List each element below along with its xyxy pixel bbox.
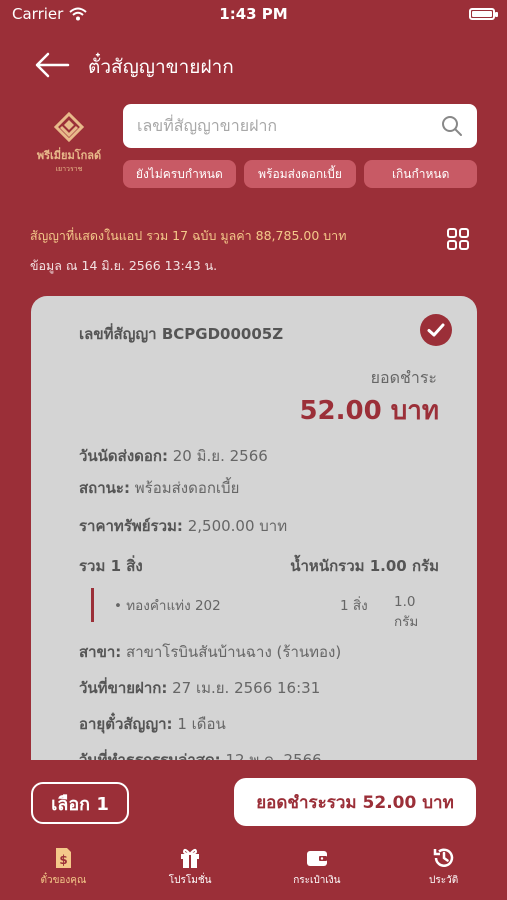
tab-promotions[interactable]: โปรโมชั่น (127, 846, 254, 900)
status-left: Carrier (12, 5, 87, 23)
status-row: สถานะ: พร้อมส่งดอกเบี้ย (79, 476, 239, 500)
total-weight: น้ำหนักรวม 1.00 กรัม (290, 557, 439, 575)
item-qty: 1 สิ่ง (340, 598, 368, 614)
age-value: 1 เดือน (177, 715, 226, 733)
battery-icon (469, 8, 498, 20)
gift-icon (181, 848, 200, 868)
age-row: อายุตั๋วสัญญา: 1 เดือน (79, 712, 226, 736)
logo-icon (53, 112, 85, 143)
status-time: 1:43 PM (219, 5, 288, 23)
brand-logo: พรีเมี่ยมโกลด์ เยาวราช (28, 112, 110, 176)
due-amount: 52.00 บาท (299, 396, 439, 426)
filter-chip-ready[interactable]: พร้อมส่งดอกเบี้ย (243, 160, 357, 188)
age-label: อายุตั๋วสัญญา: (79, 715, 173, 733)
wifi-icon (69, 7, 87, 21)
tab-wallet[interactable]: กระเป๋าเงิน (254, 846, 381, 900)
wallet-icon (306, 851, 327, 866)
due-label: ยอดชำระ (370, 368, 437, 387)
filter-row: ยังไม่ครบกำหนด พร้อมส่งดอกเบี้ย เกินกำหน… (123, 160, 478, 188)
total-items: รวม 1 สิ่ง (79, 557, 143, 575)
search-icon[interactable] (441, 115, 463, 137)
data-date: ข้อมูล ณ 14 มิ.ย. 2566 13:43 น. (30, 258, 218, 273)
ticket-icon: $ (56, 848, 72, 868)
status-label: สถานะ: (79, 479, 130, 497)
filter-chip-not-due[interactable]: ยังไม่ครบกำหนด (123, 160, 236, 188)
asset-price-label: ราคาทรัพย์รวม: (79, 517, 183, 535)
item-name: • ทองคำแท่ง 202 (114, 598, 221, 614)
branch-label: สาขา: (79, 643, 122, 661)
page-title: ตั๋วสัญญาขายฝาก (88, 56, 234, 78)
pay-total-button[interactable]: ยอดชำระรวม 52.00 บาท (234, 778, 476, 826)
back-arrow-icon[interactable] (34, 50, 70, 80)
history-icon (433, 848, 453, 867)
item-weight: 1.0 กรัม (394, 594, 419, 630)
contract-number: เลขที่สัญญา BCPGD00005Z (79, 325, 284, 343)
tab-label: โปรโมชั่น (168, 875, 212, 886)
branch-row: สาขา: สาขาโรบินสันบ้านฉาง (ร้านทอง) (79, 640, 341, 664)
tab-label: ตั๋วของคุณ (40, 875, 87, 886)
logo-sub: เยาวราช (55, 165, 83, 173)
list-item: • ทองคำแท่ง 202 1 สิ่ง 1.0 กรัม (91, 588, 441, 630)
select-count-button[interactable]: เลือก 1 (31, 782, 129, 824)
asset-price-row: ราคาทรัพย์รวม: 2,500.00 บาท (79, 514, 287, 538)
total-line: รวม 1 สิ่ง น้ำหนักรวม 1.00 กรัม (79, 554, 439, 578)
asset-price-value: 2,500.00 บาท (187, 517, 288, 535)
summary-text: สัญญาที่แสดงในแอป รวม 17 ฉบับ มูลค่า 88,… (30, 228, 347, 243)
tab-label: ประวัติ (429, 875, 459, 886)
search-placeholder: เลขที่สัญญาขายฝาก (137, 115, 278, 135)
sale-date-row: วันที่ขายฝาก: 27 เม.ย. 2566 16:31 (79, 676, 320, 700)
status-value: พร้อมส่งดอกเบี้ย (134, 479, 240, 497)
interest-date-value: 20 มิ.ย. 2566 (172, 447, 268, 465)
tab-label: กระเป๋าเงิน (293, 875, 341, 886)
interest-date-row: วันนัดส่งดอก: 20 มิ.ย. 2566 (79, 444, 268, 468)
filter-chip-overdue[interactable]: เกินกำหนด (364, 160, 478, 188)
tab-tickets[interactable]: $ ตั๋วของคุณ (0, 846, 127, 900)
search-input[interactable]: เลขที่สัญญาขายฝาก (123, 104, 477, 148)
grid-view-icon[interactable] (446, 227, 470, 251)
header: ตั๋วสัญญาขายฝาก (0, 40, 507, 90)
svg-text:$: $ (60, 853, 68, 867)
sale-date-label: วันที่ขายฝาก: (79, 679, 168, 697)
status-bar: Carrier 1:43 PM (0, 0, 507, 28)
checkmark-icon[interactable] (420, 314, 452, 346)
interest-date-label: วันนัดส่งดอก: (79, 447, 168, 465)
tab-history[interactable]: ประวัติ (380, 846, 507, 900)
sale-date-value: 27 เม.ย. 2566 16:31 (172, 679, 321, 697)
carrier-label: Carrier (12, 5, 64, 23)
logo-name: พรีเมี่ยมโกลด์ (36, 149, 102, 162)
contract-card[interactable]: เลขที่สัญญา BCPGD00005Z ยอดชำระ 52.00 บา… (31, 296, 477, 776)
branch-value: สาขาโรบินสันบ้านฉาง (ร้านทอง) (126, 643, 342, 661)
tab-bar: $ ตั๋วของคุณ โปรโมชั่น กระเป๋าเงิน ประวั… (0, 846, 507, 900)
